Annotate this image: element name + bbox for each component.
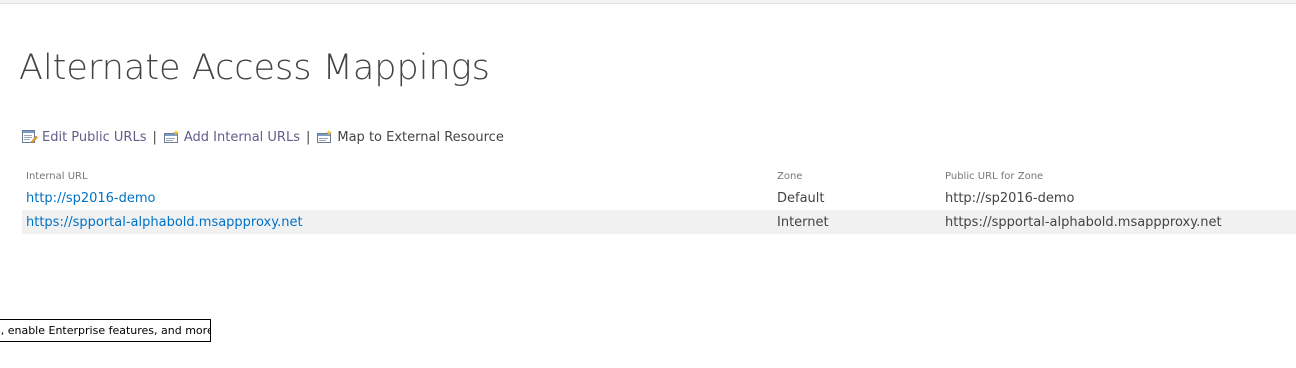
header-public-url[interactable]: Public URL for Zone bbox=[945, 166, 1295, 186]
edit-public-urls-button[interactable]: Edit Public URLs bbox=[22, 130, 146, 145]
map-external-resource-button[interactable]: Map to External Resource bbox=[317, 129, 504, 145]
zone-cell: Default bbox=[777, 190, 825, 206]
zone-cell: Internet bbox=[777, 214, 829, 230]
aam-table: Internal URL Zone Public URL for Zone ht… bbox=[22, 166, 1296, 234]
toolbar-separator: | bbox=[152, 129, 157, 145]
tooltip: s, enable Enterprise features, and more bbox=[0, 319, 211, 342]
public-url-cell: http://sp2016-demo bbox=[945, 190, 1075, 206]
table-row: https://spportal-alphabold.msappproxy.ne… bbox=[22, 210, 1296, 234]
top-border bbox=[0, 0, 1296, 4]
edit-list-icon bbox=[22, 130, 38, 144]
add-internal-urls-label: Add Internal URLs bbox=[183, 129, 300, 145]
internal-url-link[interactable]: http://sp2016-demo bbox=[26, 191, 156, 206]
edit-public-urls-label: Edit Public URLs bbox=[42, 129, 147, 145]
add-list-icon bbox=[163, 130, 180, 144]
header-zone[interactable]: Zone bbox=[777, 166, 937, 186]
header-internal-url[interactable]: Internal URL bbox=[26, 166, 766, 186]
internal-url-link[interactable]: https://spportal-alphabold.msappproxy.ne… bbox=[26, 215, 303, 230]
toolbar-separator: | bbox=[305, 129, 311, 145]
table-header: Internal URL Zone Public URL for Zone bbox=[22, 166, 1296, 186]
table-row: http://sp2016-demo Default http://sp2016… bbox=[22, 186, 1296, 210]
public-url-cell: https://spportal-alphabold.msappproxy.ne… bbox=[945, 214, 1222, 230]
tooltip-text: s, enable Enterprise features, and more bbox=[0, 324, 211, 337]
page-title: Alternate Access Mappings bbox=[19, 48, 490, 88]
map-external-resource-label: Map to External Resource bbox=[337, 129, 504, 145]
toolbar: Edit Public URLs | Add Internal URLs | M… bbox=[22, 127, 504, 147]
add-internal-urls-button[interactable]: Add Internal URLs bbox=[163, 129, 300, 145]
map-external-icon bbox=[317, 130, 333, 144]
